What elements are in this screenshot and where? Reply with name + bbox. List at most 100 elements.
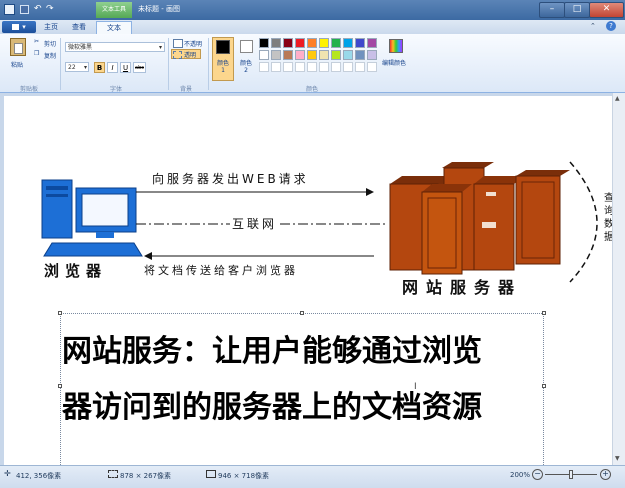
palette-swatch[interactable]: [307, 50, 317, 60]
copy-icon[interactable]: ❐: [34, 50, 39, 57]
resize-handle[interactable]: [300, 311, 304, 315]
chevron-down-icon: ▾: [158, 44, 162, 51]
browser-label: 浏览器: [44, 262, 108, 280]
clipboard-group-label: 剪贴板: [20, 86, 39, 93]
zoom-out-icon[interactable]: −: [532, 469, 543, 480]
underline-button[interactable]: U: [120, 62, 131, 73]
palette-swatch[interactable]: [331, 50, 341, 60]
color1-label: 颜色 1: [216, 60, 229, 74]
tab-text[interactable]: 文本: [96, 21, 132, 34]
resize-handle[interactable]: [542, 311, 546, 315]
transparent-label: 透明: [184, 52, 197, 59]
opaque-icon[interactable]: [173, 39, 183, 48]
zoom-slider-thumb[interactable]: [569, 470, 573, 479]
edit-colors-button[interactable]: 编辑颜色: [382, 58, 406, 67]
client-computer-icon: [41, 179, 143, 257]
quick-access-save-icon[interactable]: [20, 5, 29, 14]
palette-swatch[interactable]: [283, 38, 293, 48]
palette-swatch[interactable]: [307, 62, 317, 72]
palette-swatch[interactable]: [259, 38, 269, 48]
cursor-position: 412, 356像素: [16, 472, 62, 480]
resize-handle[interactable]: [542, 384, 546, 388]
background-group-label: 背景: [180, 86, 193, 93]
selection-size: 878 × 267像素: [120, 472, 172, 480]
palette-swatch[interactable]: [367, 38, 377, 48]
scissors-icon[interactable]: ✂: [34, 38, 39, 45]
color-palette: [259, 38, 389, 74]
help-icon[interactable]: ?: [606, 21, 616, 31]
palette-swatch[interactable]: [259, 62, 269, 72]
palette-swatch[interactable]: [271, 62, 281, 72]
palette-swatch[interactable]: [271, 50, 281, 60]
palette-swatch[interactable]: [331, 62, 341, 72]
scroll-down-icon[interactable]: ▼: [615, 455, 620, 462]
palette-swatch[interactable]: [355, 62, 365, 72]
strikethrough-button[interactable]: abc: [133, 62, 146, 73]
palette-swatch[interactable]: [343, 50, 353, 60]
scroll-up-icon[interactable]: ▲: [615, 95, 620, 102]
quick-access-redo-icon[interactable]: ↷: [46, 4, 54, 14]
colors-group-label: 颜色: [306, 86, 319, 93]
palette-swatch[interactable]: [295, 62, 305, 72]
minimize-button[interactable]: –: [539, 2, 565, 18]
palette-swatch[interactable]: [367, 62, 377, 72]
resize-handle[interactable]: [58, 311, 62, 315]
internet-label: 互联网: [230, 215, 280, 232]
vertical-scrollbar[interactable]: [612, 93, 625, 465]
request-label: 向服务器发出WEB请求: [152, 172, 309, 186]
palette-swatch[interactable]: [331, 38, 341, 48]
palette-swatch[interactable]: [295, 38, 305, 48]
text-line-2[interactable]: 器访问到的服务器上的文档资源: [62, 382, 482, 426]
palette-swatch[interactable]: [355, 50, 365, 60]
text-line-1[interactable]: 网站服务：让用户能够通过浏览: [62, 326, 482, 370]
paste-icon[interactable]: [10, 38, 26, 56]
palette-swatch[interactable]: [283, 50, 293, 60]
color2-label[interactable]: 颜色 2: [238, 58, 254, 74]
palette-swatch[interactable]: [319, 50, 329, 60]
paste-button[interactable]: 粘贴: [11, 60, 23, 69]
zoom-level: 200%: [510, 471, 531, 479]
separator: [168, 38, 169, 90]
image-size: 946 × 718像素: [218, 472, 270, 480]
opaque-button[interactable]: 不透明: [184, 39, 202, 48]
ribbon-minimize-icon[interactable]: ⌃: [590, 22, 596, 30]
app-menu-icon: [12, 24, 20, 30]
tab-view[interactable]: 查看: [66, 21, 92, 33]
copy-button[interactable]: 复制: [44, 51, 56, 60]
quick-access-undo-icon[interactable]: ↶: [34, 4, 42, 14]
palette-swatch[interactable]: [283, 62, 293, 72]
zoom-in-icon[interactable]: +: [600, 469, 611, 480]
palette-swatch[interactable]: [271, 38, 281, 48]
palette-swatch[interactable]: [319, 62, 329, 72]
font-size-select[interactable]: 22 ▾: [65, 62, 89, 72]
color2-swatch[interactable]: [240, 40, 253, 53]
maximize-button[interactable]: □: [564, 2, 590, 18]
app-icon[interactable]: [4, 4, 15, 15]
italic-button[interactable]: I: [107, 62, 118, 73]
text-tools-context-tab: 文本工具: [96, 2, 132, 18]
palette-swatch[interactable]: [355, 38, 365, 48]
palette-swatch[interactable]: [367, 50, 377, 60]
palette-swatch[interactable]: [319, 38, 329, 48]
edit-colors-icon[interactable]: [389, 39, 403, 53]
close-button[interactable]: ✕: [589, 2, 624, 18]
palette-swatch[interactable]: [295, 50, 305, 60]
palette-swatch[interactable]: [343, 38, 353, 48]
transparent-icon: [173, 51, 182, 59]
palette-swatch[interactable]: [343, 62, 353, 72]
separator: [60, 38, 61, 90]
tab-home[interactable]: 主页: [40, 21, 62, 33]
palette-swatch[interactable]: [307, 38, 317, 48]
database-link-arc: [569, 161, 598, 283]
font-family-select[interactable]: 微软雅黑 ▾: [65, 42, 165, 52]
cut-button[interactable]: 剪切: [44, 39, 56, 48]
color1-swatch: [216, 40, 230, 54]
app-menu-button[interactable]: ▾: [2, 21, 36, 33]
palette-swatch[interactable]: [259, 50, 269, 60]
title-bar: [0, 0, 625, 20]
drawing-canvas[interactable]: 向服务器发出WEB请求 互联网 将文档传送给客户浏览器 浏览器 网站服务器 查询…: [4, 96, 612, 465]
image-size-icon: [206, 470, 216, 478]
bold-button[interactable]: B: [94, 62, 105, 73]
cursor-position-icon: ✛: [4, 469, 11, 478]
web-server-icon: [389, 162, 570, 275]
